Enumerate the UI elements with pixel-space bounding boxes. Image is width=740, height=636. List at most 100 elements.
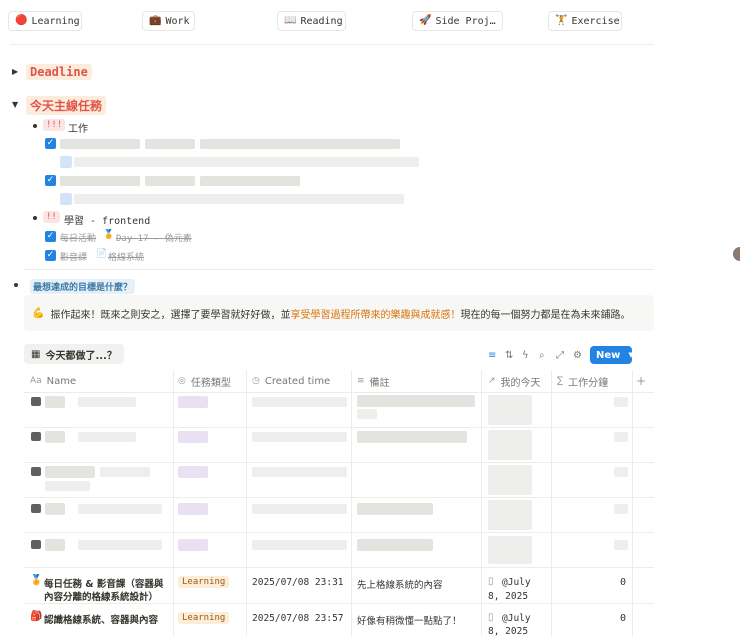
column-divider <box>173 370 174 636</box>
dumbbell-icon: 🏋 <box>555 15 568 26</box>
redacted-text <box>614 540 628 550</box>
today-link[interactable]: 8, 2025 <box>488 591 528 602</box>
new-button[interactable]: New ▼ <box>590 346 634 364</box>
category-side-project[interactable]: 🚀 Side Proj… <box>412 11 503 31</box>
backpack-icon: 🎒 <box>30 611 43 622</box>
column-divider <box>246 370 247 636</box>
column-divider <box>551 370 552 636</box>
goal-question: 最想達成的目標是什麼？ <box>30 279 136 294</box>
redacted-text <box>200 176 300 186</box>
redacted-text <box>488 536 532 564</box>
flexed-biceps-icon: 💪 <box>32 307 45 319</box>
category-label: Exercise <box>571 15 620 27</box>
toggle-closed-icon[interactable]: ▶ <box>12 67 18 76</box>
chevron-down-icon[interactable]: ▼ <box>628 351 633 359</box>
redacted-tag <box>178 431 208 443</box>
category-label: Reading <box>300 15 343 27</box>
redacted-text <box>614 467 628 477</box>
filter-icon[interactable]: ≡ <box>488 350 496 361</box>
bullet-icon <box>33 124 37 128</box>
column-header-name[interactable]: Aa Name <box>30 374 76 388</box>
redacted-text <box>357 539 433 551</box>
column-header-created[interactable]: ◷ Created time <box>252 374 330 388</box>
column-divider <box>481 370 482 636</box>
avatar[interactable] <box>733 247 740 261</box>
text-lines-icon: ≡ <box>357 376 365 386</box>
redacted-text <box>252 397 347 407</box>
today-link[interactable]: @July <box>502 613 531 624</box>
redacted-text <box>357 395 475 407</box>
category-exercise[interactable]: 🏋 Exercise <box>548 11 622 31</box>
row-divider <box>24 497 654 498</box>
sort-icon[interactable]: ⇅ <box>505 350 513 361</box>
checkbox-checked[interactable]: ✓ <box>45 175 56 186</box>
row-name[interactable]: 每日任務 & 影音課（容器與 <box>44 576 163 590</box>
redacted-tag <box>178 466 208 478</box>
relation-arrow-icon: ↗ <box>488 376 496 386</box>
category-label: Side Proj… <box>435 15 496 27</box>
row-note: 先上格線系統的內容 <box>357 580 443 591</box>
sigma-icon: ∑ <box>557 376 564 386</box>
category-learning[interactable]: 🔴 Learning <box>8 11 82 31</box>
redacted-text <box>100 467 150 477</box>
expand-icon[interactable]: ⤢ <box>556 350 564 361</box>
select-icon: ◎ <box>178 376 186 386</box>
redacted-text <box>357 409 377 419</box>
task-link[interactable]: 格線系統 <box>108 250 144 263</box>
column-header-type[interactable]: ◎ 任務類型 <box>178 374 231 389</box>
column-header-today[interactable]: ↗ 我的今天 <box>488 374 541 389</box>
redacted-text <box>45 539 65 551</box>
callout-text: 現在的每一個努力都是在為未來鋪路。 <box>460 309 631 321</box>
divider <box>24 269 654 270</box>
redacted-text <box>60 139 140 149</box>
redacted-text <box>45 503 65 515</box>
category-work[interactable]: 💼 Work <box>142 11 195 31</box>
redacted-tag <box>178 396 208 408</box>
redacted-text <box>252 432 347 442</box>
row-name[interactable]: 認識格線系統、容器與內容 <box>44 612 158 626</box>
column-header-minutes[interactable]: ∑ 工作分鐘 <box>557 374 608 389</box>
row-divider <box>24 567 654 568</box>
redacted-icon <box>31 397 41 406</box>
redacted-tag <box>178 503 208 515</box>
category-reading[interactable]: 📖 Reading <box>277 11 346 31</box>
checkbox-checked[interactable]: ✓ <box>45 250 56 261</box>
today-link[interactable]: @July <box>502 577 531 588</box>
category-label: Work <box>165 15 190 27</box>
redacted-text <box>145 176 195 186</box>
medal-icon: 🏅 <box>103 230 115 240</box>
search-icon[interactable]: ⌕ <box>539 350 545 361</box>
toggle-open-icon[interactable]: ▼ <box>12 100 18 109</box>
redacted-text <box>488 500 532 530</box>
column-header-note[interactable]: ≡ 備註 <box>357 374 390 389</box>
checkbox-checked[interactable]: ✓ <box>45 231 56 242</box>
settings-icon[interactable]: ⚙ <box>573 350 582 361</box>
work-label: 工作 <box>68 124 88 135</box>
redacted-text <box>357 431 467 443</box>
redacted-icon <box>31 432 41 441</box>
type-tag: Learning <box>178 576 230 588</box>
row-name[interactable]: 內容分離的格線系統設計） <box>44 589 158 603</box>
checkbox-checked[interactable]: ✓ <box>45 138 56 149</box>
column-label: Created time <box>264 375 331 387</box>
created-time: 2025/07/08 23:31 <box>252 577 344 588</box>
database-view-tab[interactable]: ▦ 今天都做了...？ <box>24 344 124 364</box>
lightning-icon[interactable]: ϟ <box>522 350 529 361</box>
deadline-heading[interactable]: Deadline <box>26 64 92 80</box>
redacted-icon <box>31 467 41 476</box>
page-icon: 📄 <box>96 249 108 259</box>
row-divider <box>24 392 654 393</box>
callout-highlight: 享受學習過程所帶來的樂趣與成就感！ <box>290 309 461 321</box>
task-link[interactable]: Day 17 - 偽元素 <box>116 231 192 244</box>
row-divider <box>24 532 654 533</box>
database-title: 今天都做了...？ <box>45 350 117 362</box>
redacted-icon <box>31 540 41 549</box>
redacted-text <box>78 504 162 514</box>
redacted-text <box>60 176 140 186</box>
today-link[interactable]: 8, 2025 <box>488 626 528 636</box>
page-icon: ▯ <box>488 576 494 587</box>
bullet-icon <box>33 216 37 220</box>
today-heading[interactable]: 今天主線任務 <box>26 96 107 115</box>
add-column-icon[interactable]: + <box>636 374 646 388</box>
redacted-text <box>200 139 400 149</box>
